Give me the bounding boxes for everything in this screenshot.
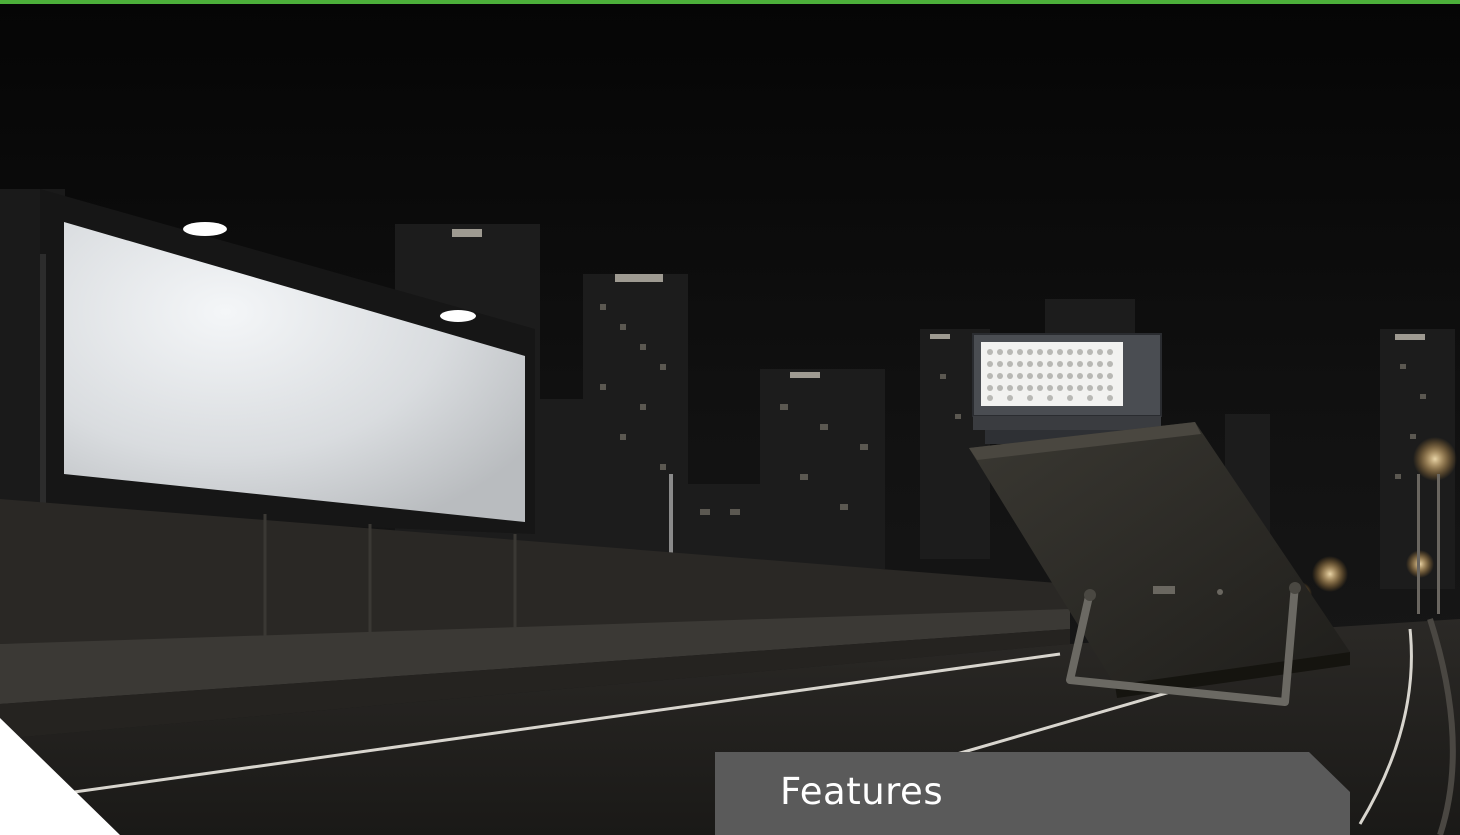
features-section-tab[interactable]: Features: [715, 752, 1350, 835]
features-title: Features: [780, 770, 944, 813]
led-flood-light-icon: [969, 333, 1350, 706]
hero-banner: Features: [0, 0, 1460, 835]
